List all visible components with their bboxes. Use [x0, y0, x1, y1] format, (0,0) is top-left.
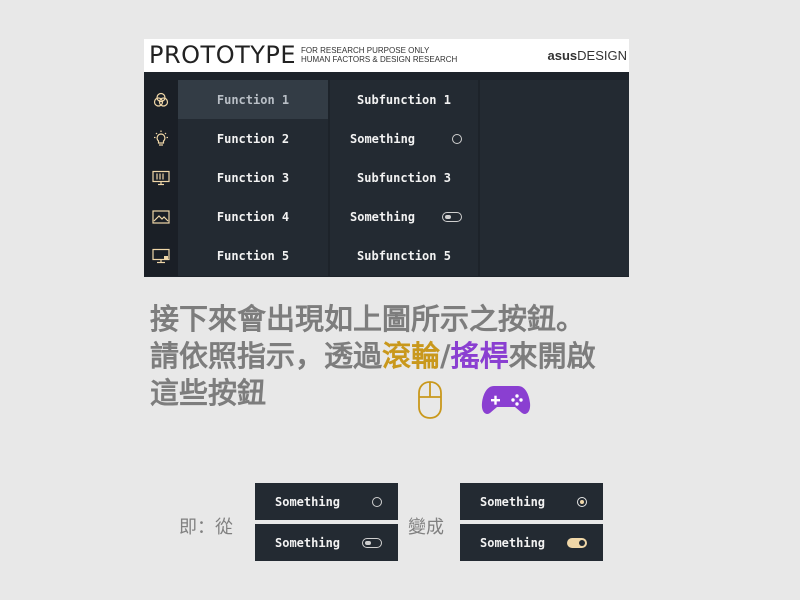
- subfunction-label: Something: [350, 209, 416, 224]
- instruction-text: 接下來會出現如上圖所示之按鈕。 請依照指示，透過滾輪/搖桿來開啟 這些按鈕: [150, 301, 640, 412]
- radio-button[interactable]: [452, 133, 462, 144]
- toggle-off-indicator: [362, 537, 382, 548]
- after-toggle-button[interactable]: Something: [460, 524, 603, 561]
- icon-sidebar: [144, 80, 178, 276]
- subfunction-item-3[interactable]: Subfunction 3: [330, 158, 478, 197]
- subtitle-line-1: FOR RESEARCH PURPOSE ONLY: [301, 46, 430, 55]
- radio-off-indicator: [372, 496, 382, 507]
- instruction-line-1: 接下來會出現如上圖所示之按鈕。: [150, 302, 586, 336]
- wheel-keyword: 滾輪: [382, 339, 441, 373]
- subfunction-item-1[interactable]: Subfunction 1: [330, 80, 478, 119]
- function-list: Function 1 Function 2 Function 3 Functio…: [178, 80, 328, 276]
- instruction-line-2: 請依照指示，透過滾輪/搖桿來開啟: [150, 339, 596, 373]
- from-label: 即：從: [179, 517, 233, 538]
- lightbulb-icon[interactable]: [144, 119, 178, 158]
- subfunction-label: Something: [350, 131, 416, 146]
- menu-panel: Function 1 Function 2 Function 3 Functio…: [144, 72, 629, 277]
- subfunction-item-5[interactable]: Subfunction 5: [330, 236, 478, 275]
- subtitle-line-2: HUMAN FACTORS & DESIGN RESEARCH: [301, 55, 458, 64]
- function-item-5[interactable]: Function 5: [178, 236, 328, 275]
- prototype-title: PROTOTYPE: [149, 41, 297, 69]
- toggle-on-indicator: [567, 537, 587, 548]
- stick-keyword: 搖桿: [450, 339, 509, 373]
- radio-on-indicator: [577, 496, 587, 507]
- instruction-line-3: 這些按鈕: [150, 376, 267, 410]
- toggle-switch[interactable]: [442, 211, 462, 222]
- function-item-3[interactable]: Function 3: [178, 158, 328, 197]
- after-radio-button[interactable]: Something: [460, 483, 603, 520]
- mouse-icon: [418, 381, 442, 419]
- before-radio-button[interactable]: Something: [255, 483, 398, 520]
- circles-icon[interactable]: [144, 80, 178, 119]
- function-item-4[interactable]: Function 4: [178, 197, 328, 236]
- subfunction-item-2[interactable]: Something: [330, 119, 478, 158]
- subfunction-item-4[interactable]: Something: [330, 197, 478, 236]
- before-toggle-button[interactable]: Something: [255, 524, 398, 561]
- subfunction-list: Subfunction 1 Something Subfunction 3 So…: [330, 80, 478, 276]
- image-icon[interactable]: [144, 197, 178, 236]
- prototype-subtitle: FOR RESEARCH PURPOSE ONLY HUMAN FACTORS …: [301, 46, 457, 64]
- gamepad-icon: [481, 386, 531, 414]
- monitor-stand-icon[interactable]: [144, 158, 178, 197]
- function-item-2[interactable]: Function 2: [178, 119, 328, 158]
- brand-logo: asusDESIGN: [547, 48, 627, 63]
- to-label: 變成: [408, 517, 444, 538]
- prototype-header: PROTOTYPE FOR RESEARCH PURPOSE ONLY HUMA…: [144, 39, 629, 72]
- detail-panel: [480, 80, 629, 276]
- function-item-1[interactable]: Function 1: [178, 80, 328, 119]
- desktop-icon[interactable]: [144, 236, 178, 275]
